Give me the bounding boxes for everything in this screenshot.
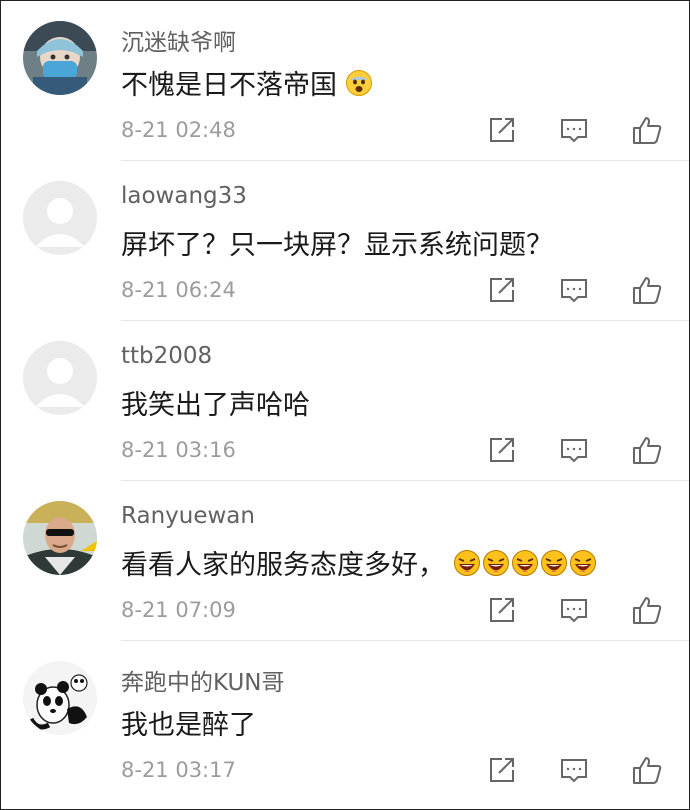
comment-icon[interactable] [558,594,590,626]
comment-text-content: 不愧是日不落帝国 [121,70,337,101]
comment-item: ttb2008 我笑出了声哈哈 8-21 03:16 [1,321,689,481]
avatar[interactable] [23,21,97,95]
fearful-face-emoji [345,69,373,97]
timestamp: 8-21 03:17 [121,758,236,782]
thumbs-up-icon[interactable] [631,434,663,466]
avatar[interactable] [23,181,97,255]
share-icon[interactable] [486,274,518,306]
comment-text-content: 我笑出了声哈哈 [121,390,310,421]
thumbs-up-icon[interactable] [631,754,663,786]
username[interactable]: 奔跑中的KUN哥 [121,663,285,697]
laughing-face-emoji [540,549,568,577]
comment-item: 奔跑中的KUN哥 我也是醉了 8-21 03:17 [1,641,689,801]
username[interactable]: Ranyuewan [121,503,255,529]
comment-list: 沉迷缺爷啊 不愧是日不落帝国 8-21 02:48 laowang33 屏坏了？… [0,0,690,810]
comment-text-content: 看看人家的服务态度多好， [121,550,445,581]
timestamp: 8-21 07:09 [121,598,236,622]
username[interactable]: laowang33 [121,183,247,209]
share-icon[interactable] [486,594,518,626]
comment-text-content: 屏坏了？只一块屏？显示系统问题？ [121,230,553,261]
share-icon[interactable] [486,754,518,786]
laughing-face-emoji [453,549,481,577]
emoji-row [345,69,374,97]
comment-text: 屏坏了？只一块屏？显示系统问题？ [121,223,553,262]
laughing-face-emoji [511,549,539,577]
comment-icon[interactable] [558,274,590,306]
emoji-row [453,549,598,577]
comment-item: Ranyuewan 看看人家的服务态度多好， 8-21 07:09 [1,481,689,641]
timestamp: 8-21 06:24 [121,278,236,302]
comment-text: 看看人家的服务态度多好， [121,543,598,582]
comment-text: 我笑出了声哈哈 [121,383,310,422]
comment-text: 我也是醉了 [121,703,256,742]
laughing-face-emoji [569,549,597,577]
laughing-face-emoji [482,549,510,577]
share-icon[interactable] [486,434,518,466]
avatar[interactable] [23,501,97,575]
timestamp: 8-21 03:16 [121,438,236,462]
thumbs-up-icon[interactable] [631,594,663,626]
timestamp: 8-21 02:48 [121,118,236,142]
share-icon[interactable] [486,114,518,146]
comment-icon[interactable] [558,754,590,786]
avatar[interactable] [23,341,97,415]
comment-text-content: 我也是醉了 [121,710,256,741]
thumbs-up-icon[interactable] [631,274,663,306]
comment-text: 不愧是日不落帝国 [121,63,374,102]
username[interactable]: ttb2008 [121,343,212,369]
comment-item: 沉迷缺爷啊 不愧是日不落帝国 8-21 02:48 [1,1,689,161]
username[interactable]: 沉迷缺爷啊 [121,23,236,57]
comment-item: laowang33 屏坏了？只一块屏？显示系统问题？ 8-21 06:24 [1,161,689,321]
comment-icon[interactable] [558,114,590,146]
thumbs-up-icon[interactable] [631,114,663,146]
avatar[interactable] [23,661,97,735]
comment-icon[interactable] [558,434,590,466]
